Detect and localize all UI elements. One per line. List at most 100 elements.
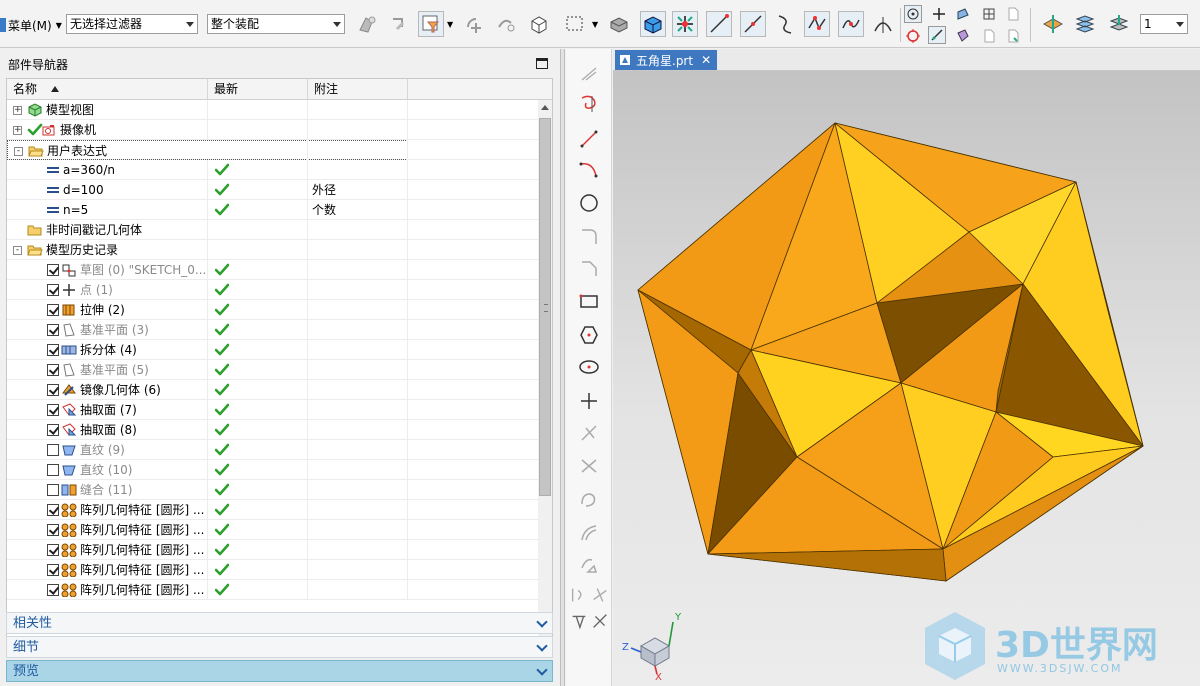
close-tab-icon[interactable]: ✕ [701, 53, 711, 67]
expand-icon[interactable]: + [13, 126, 22, 135]
scroll-up-icon[interactable] [541, 105, 549, 110]
tree-row[interactable]: 直纹 (10) [7, 460, 538, 480]
shaded-with-edges-icon[interactable] [640, 11, 666, 37]
suppress-checkbox[interactable] [47, 524, 59, 536]
tree-row[interactable]: 缝合 (11) [7, 480, 538, 500]
model-viewport[interactable]: Y X Z 3D世界网 WWW.3DSJW.COM [613, 71, 1200, 686]
type-filter-icon[interactable] [418, 11, 444, 37]
visible-check-icon[interactable] [27, 123, 43, 137]
intersection-point-icon[interactable] [804, 11, 830, 37]
rectangle-icon[interactable] [577, 289, 601, 313]
dependencies-panel[interactable]: 相关性 [6, 612, 553, 634]
quick-trim-icon[interactable] [577, 421, 601, 445]
suppress-checkbox[interactable] [47, 464, 59, 476]
line-icon[interactable] [577, 127, 601, 151]
intersection-curve-icon[interactable] [590, 583, 610, 607]
part-file-tab[interactable]: 五角星.prt ✕ [615, 50, 718, 70]
solid-body-filter-icon[interactable] [526, 11, 552, 37]
suppress-checkbox[interactable] [47, 544, 59, 556]
tree-row[interactable]: 拆分体 (4) [7, 340, 538, 360]
polygon-icon[interactable] [577, 323, 601, 347]
column-header-latest[interactable]: 最新 [208, 79, 308, 100]
collapse-icon[interactable]: - [14, 147, 23, 156]
suppress-checkbox[interactable] [47, 404, 59, 416]
existing-point-icon[interactable] [904, 5, 922, 23]
circle-icon[interactable] [577, 191, 601, 215]
tree-row[interactable]: - 模型历史记录 [7, 240, 538, 260]
tree-row[interactable]: a=360/n [7, 160, 538, 180]
profile-icon[interactable] [577, 61, 601, 85]
view-triad[interactable]: Y X Z [619, 606, 689, 683]
mid-point-icon[interactable] [740, 11, 766, 37]
collapse-icon[interactable]: - [13, 246, 22, 255]
suppress-checkbox[interactable] [47, 284, 59, 296]
tree-row[interactable]: d=100 外径 [7, 180, 538, 200]
tangent-point-icon[interactable] [870, 11, 896, 37]
tree-row[interactable]: 阵列几何特征 [圆形] ... [7, 580, 538, 600]
spiral-icon[interactable] [577, 91, 601, 115]
tree-row[interactable]: 镜像几何体 (6) [7, 380, 538, 400]
selection-scope-select[interactable]: 整个装配 [207, 14, 345, 34]
end-point-icon[interactable] [706, 11, 732, 37]
make-corner-icon[interactable] [577, 487, 601, 511]
tree-row[interactable]: 基准平面 (5) [7, 360, 538, 380]
offset-curve-icon[interactable] [577, 521, 601, 545]
star-icosahedron-solid[interactable] [613, 71, 1200, 686]
expand-icon[interactable]: + [13, 106, 22, 115]
column-header-name[interactable]: 名称 [7, 79, 208, 100]
selection-filter-select[interactable]: 无选择过滤器 [66, 14, 198, 34]
suppress-checkbox[interactable] [47, 424, 59, 436]
quadrant-point-icon[interactable] [954, 5, 972, 23]
pattern-curve-icon[interactable] [577, 553, 601, 577]
tree-row[interactable]: 非时间戳记几何体 [7, 220, 538, 240]
tree-row[interactable]: 阵列几何特征 [圆形] ... [7, 520, 538, 540]
tree-row[interactable]: 阵列几何特征 [圆形] ... [7, 560, 538, 580]
suppress-checkbox[interactable] [47, 264, 59, 276]
tree-row[interactable]: 拉伸 (2) [7, 300, 538, 320]
add-existing-curves-icon[interactable] [590, 609, 610, 633]
maximize-icon[interactable] [536, 58, 548, 69]
vertical-scrollbar[interactable] [538, 100, 552, 652]
mirror-curve-icon[interactable] [569, 583, 589, 607]
snap-points-icon[interactable] [672, 11, 698, 37]
select-mode-dropdown-icon[interactable]: ▼ [592, 20, 598, 29]
bounded-grid-icon[interactable] [954, 27, 972, 45]
column-header-notes[interactable]: 附注 [308, 79, 408, 100]
pole-point-icon[interactable] [980, 27, 998, 45]
tree-row[interactable]: 阵列几何特征 [圆形] ... [7, 540, 538, 560]
quick-extend-icon[interactable] [577, 453, 601, 477]
fillet-icon[interactable] [577, 225, 601, 249]
tree-row[interactable]: + 摄像机 [7, 120, 538, 140]
tree-row[interactable]: - 用户表达式 [7, 140, 538, 160]
line-point-icon[interactable] [928, 26, 946, 44]
arc-center-icon[interactable] [838, 11, 864, 37]
tree-row[interactable]: 直纹 (9) [7, 440, 538, 460]
suppress-checkbox[interactable] [47, 504, 59, 516]
curve-rule-icon[interactable] [494, 11, 520, 37]
tree-row[interactable]: 抽取面 (8) [7, 420, 538, 440]
point-on-body-icon[interactable] [1004, 27, 1022, 45]
type-filter-dropdown-icon[interactable]: ▼ [447, 20, 453, 29]
suppress-checkbox[interactable] [47, 324, 59, 336]
control-point-icon[interactable] [772, 11, 798, 37]
tree-row[interactable]: n=5 个数 [7, 200, 538, 220]
grid-point-icon[interactable] [980, 5, 998, 23]
suppress-checkbox[interactable] [47, 444, 59, 456]
suppress-checkbox[interactable] [47, 344, 59, 356]
suppress-checkbox[interactable] [47, 584, 59, 596]
work-layer-icon[interactable] [1040, 11, 1066, 37]
point-on-curve-icon[interactable] [930, 5, 948, 23]
layer-settings-icon[interactable] [1072, 11, 1098, 37]
tree-row[interactable]: 基准平面 (3) [7, 320, 538, 340]
layer-number-select[interactable]: 1 [1140, 14, 1188, 34]
pane-splitter[interactable] [560, 49, 565, 686]
arc-icon[interactable] [577, 157, 601, 181]
tree-row[interactable]: 点 (1) [7, 280, 538, 300]
menu-button[interactable]: 菜单(M) ▼ [0, 16, 62, 34]
document-icon[interactable] [1004, 5, 1022, 23]
move-to-layer-icon[interactable] [1106, 11, 1132, 37]
tree-row[interactable]: + 模型视图 [7, 100, 538, 120]
deselect-icon[interactable] [386, 11, 412, 37]
scrollbar-thumb[interactable] [539, 118, 551, 496]
general-selection-intent-icon[interactable] [354, 11, 380, 37]
